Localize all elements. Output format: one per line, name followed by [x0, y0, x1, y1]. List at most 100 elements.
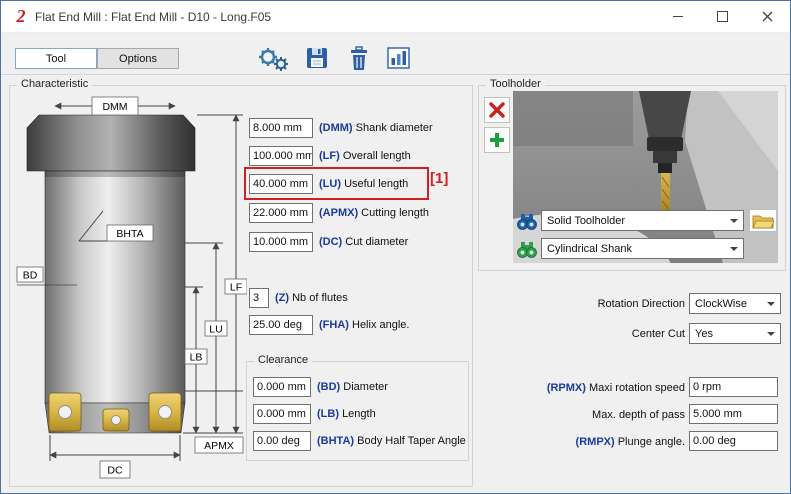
field-text: Helix angle.	[352, 319, 409, 331]
cutting-length-label: (APMX) Cutting length	[319, 206, 429, 220]
center-cut-value: Yes	[695, 326, 713, 342]
clearance-diameter-input[interactable]: 0.000 mm	[253, 377, 311, 397]
field-text: Diameter	[343, 381, 388, 393]
diagram-label-lf: LF	[230, 282, 242, 294]
window-title: Flat End Mill : Flat End Mill - D10 - Lo…	[35, 10, 271, 24]
tab-tool[interactable]: Tool	[15, 48, 97, 69]
maximize-button[interactable]	[700, 1, 745, 32]
red-x-icon	[489, 102, 505, 118]
gears-icon	[255, 44, 289, 72]
max-rotation-speed-input[interactable]: 0 rpm	[689, 377, 778, 397]
browse-toolholder-button[interactable]	[516, 211, 538, 233]
rotation-direction-label: Rotation Direction	[491, 297, 685, 311]
clearance-length-label: (LB) Length	[317, 407, 376, 421]
open-toolholder-file-button[interactable]	[749, 209, 777, 232]
field-text: Shank diameter	[356, 122, 433, 134]
characteristic-group-label: Characteristic	[17, 78, 92, 91]
field-code: (RMPX)	[576, 436, 615, 448]
field-text: Maxi rotation speed	[589, 382, 685, 394]
app-logo-icon: 2	[11, 5, 31, 27]
close-icon	[762, 11, 773, 22]
title-bar: 2 Flat End Mill : Flat End Mill - D10 - …	[1, 1, 790, 33]
field-code: (Z)	[275, 292, 289, 304]
cutting-length-input[interactable]: 22.000 mm	[249, 203, 313, 223]
annotation-marker: [1]	[430, 170, 448, 187]
minimize-button[interactable]	[655, 1, 700, 32]
field-text: Nb of flutes	[292, 292, 348, 304]
helix-angle-input[interactable]: 25.00 deg	[249, 315, 313, 335]
maximize-icon	[717, 11, 728, 22]
field-code: (BHTA)	[317, 435, 354, 447]
toolholder-select[interactable]: Solid Toolholder	[541, 210, 744, 231]
diagram-label-dmm: DMM	[102, 101, 127, 113]
statistics-button[interactable]	[381, 43, 415, 73]
field-code: (LU)	[319, 178, 341, 190]
max-depth-input[interactable]: 5.000 mm	[689, 404, 778, 424]
field-code: (LF)	[319, 150, 340, 162]
overall-length-input[interactable]: 100.000 mm	[249, 146, 313, 166]
flutes-label: (Z) Nb of flutes	[275, 291, 348, 305]
center-cut-select[interactable]: Yes	[689, 323, 781, 344]
field-text: Length	[342, 408, 376, 420]
diagram-label-bhta: BHTA	[116, 228, 143, 240]
delete-button[interactable]	[343, 43, 375, 73]
field-text: Overall length	[343, 150, 411, 162]
binoculars-blue-icon	[517, 214, 537, 230]
close-button[interactable]	[745, 1, 790, 32]
field-text: Body Half Taper Angle	[357, 435, 466, 447]
chevron-down-icon	[730, 247, 738, 251]
toolholder-select-value: Solid Toolholder	[547, 213, 625, 229]
browse-shank-button[interactable]	[516, 239, 538, 261]
field-code: (BD)	[317, 381, 340, 393]
max-rotation-speed-label: (RPMX) Maxi rotation speed	[471, 381, 685, 395]
statistics-icon	[386, 46, 411, 70]
field-code: (FHA)	[319, 319, 349, 331]
end-mill-drawing	[27, 115, 195, 433]
field-code: (RPMX)	[547, 382, 586, 394]
diagram-label-dc: DC	[107, 465, 123, 477]
field-text: Cut diameter	[345, 236, 408, 248]
field-code: (APMX)	[319, 207, 358, 219]
shank-select-value: Cylindrical Shank	[547, 241, 632, 257]
chevron-down-icon	[767, 332, 775, 336]
open-folder-icon	[752, 212, 774, 229]
field-text: Cutting length	[361, 207, 429, 219]
add-toolholder-button[interactable]	[484, 127, 510, 153]
save-button[interactable]	[299, 43, 335, 73]
body-taper-angle-input[interactable]: 0.00 deg	[253, 431, 311, 451]
toolholder-group-label: Toolholder	[486, 78, 545, 91]
flutes-input[interactable]: 3	[249, 288, 269, 308]
save-icon	[305, 46, 329, 70]
field-text: Useful length	[344, 178, 408, 190]
max-depth-label: Max. depth of pass	[471, 408, 685, 422]
plunge-angle-input[interactable]: 0.00 deg	[689, 431, 778, 451]
binoculars-green-icon	[517, 242, 537, 258]
cut-diameter-input[interactable]: 10.000 mm	[249, 232, 313, 252]
rotation-direction-value: ClockWise	[695, 296, 747, 312]
diagram-label-lu: LU	[209, 324, 222, 336]
shank-diameter-input[interactable]: 8.000 mm	[249, 118, 313, 138]
field-text: Plunge angle.	[618, 436, 685, 448]
tool-definition-window: 2 Flat End Mill : Flat End Mill - D10 - …	[0, 0, 791, 494]
clearance-group-label: Clearance	[254, 354, 312, 367]
helix-angle-label: (FHA) Helix angle.	[319, 318, 409, 332]
body-taper-angle-label: (BHTA) Body Half Taper Angle	[317, 434, 466, 448]
tool-diagram: DMM BHTA BD LF LU LB DC APMX	[15, 91, 247, 481]
tab-options[interactable]: Options	[97, 48, 179, 69]
center-cut-label: Center Cut	[491, 327, 685, 341]
field-code: (DMM)	[319, 122, 353, 134]
field-code: (DC)	[319, 236, 342, 248]
shank-diameter-label: (DMM) Shank diameter	[319, 121, 433, 135]
settings-button[interactable]	[253, 43, 291, 73]
useful-length-input[interactable]: 40.000 mm	[249, 174, 313, 194]
overall-length-label: (LF) Overall length	[319, 149, 411, 163]
shank-select[interactable]: Cylindrical Shank	[541, 238, 744, 259]
chevron-down-icon	[730, 219, 738, 223]
diagram-label-apmx: APMX	[204, 440, 234, 452]
cut-diameter-label: (DC) Cut diameter	[319, 235, 408, 249]
clearance-length-input[interactable]: 0.000 mm	[253, 404, 311, 424]
rotation-direction-select[interactable]: ClockWise	[689, 293, 781, 314]
chevron-down-icon	[767, 302, 775, 306]
remove-toolholder-button[interactable]	[484, 97, 510, 123]
trash-icon	[348, 46, 370, 71]
